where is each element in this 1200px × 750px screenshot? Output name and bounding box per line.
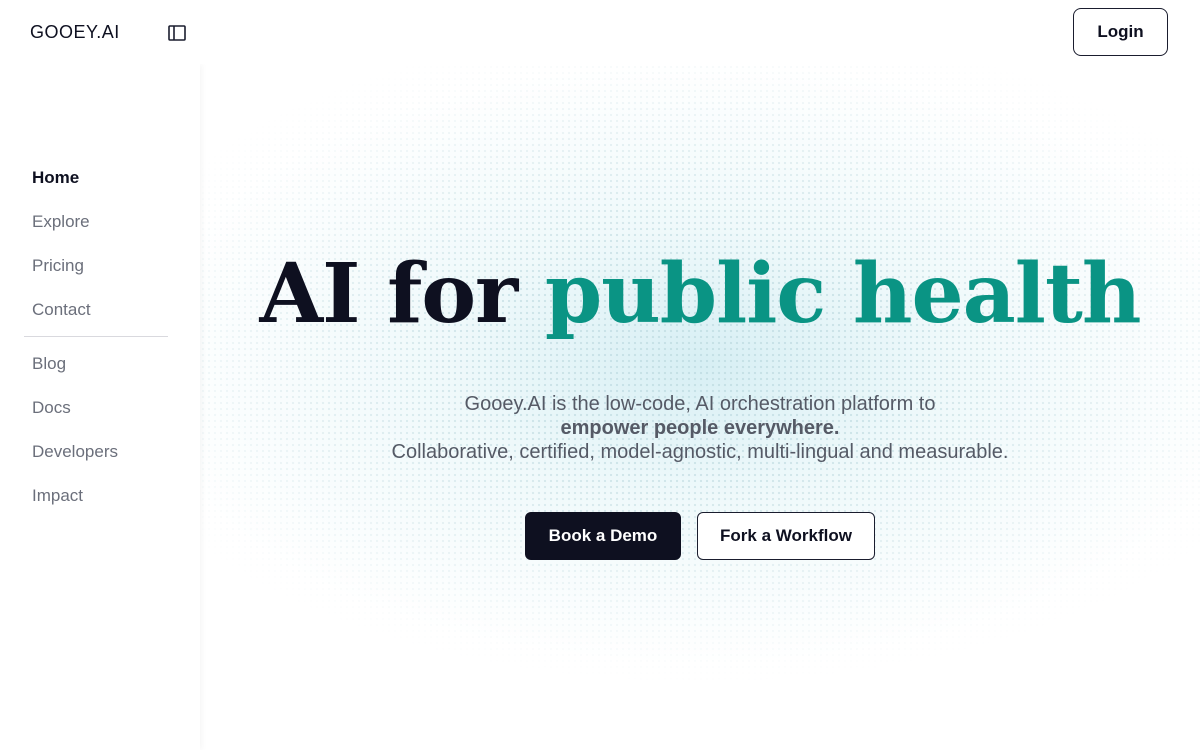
hero-headline: AI for public health <box>200 244 1200 344</box>
headline-accent: public health <box>544 246 1142 342</box>
sidebar-panel-icon[interactable] <box>166 22 188 44</box>
sidebar-item-docs[interactable]: Docs <box>32 398 71 418</box>
top-bar: GOOEY.AI Login <box>0 0 1200 64</box>
sidebar-item-contact[interactable]: Contact <box>32 300 91 320</box>
logo[interactable]: GOOEY.AI <box>30 22 120 43</box>
hero-subline-1: Gooey.AI is the low-code, AI orchestrati… <box>464 393 936 415</box>
headline-plain: AI for <box>259 246 519 342</box>
hero-section: AI for public health Gooey.AI is the low… <box>200 64 1200 750</box>
sidebar-item-pricing[interactable]: Pricing <box>32 256 84 276</box>
hero-subline-2: empower people everywhere. <box>560 417 840 439</box>
sidebar-item-impact[interactable]: Impact <box>32 486 83 506</box>
sidebar-item-blog[interactable]: Blog <box>32 354 66 374</box>
sidebar-divider <box>24 336 168 337</box>
sidebar-item-home[interactable]: Home <box>32 168 79 188</box>
login-button[interactable]: Login <box>1073 8 1168 56</box>
sidebar-item-explore[interactable]: Explore <box>32 212 90 232</box>
sidebar-panel-icon-svg <box>168 25 186 41</box>
book-demo-button[interactable]: Book a Demo <box>525 512 681 560</box>
sidebar-item-developers[interactable]: Developers <box>32 442 118 462</box>
hero-subline-3: Collaborative, certified, model-agnostic… <box>391 441 1009 463</box>
sidebar: Home Explore Pricing Contact Blog Docs D… <box>0 64 200 750</box>
fork-workflow-button[interactable]: Fork a Workflow <box>697 512 875 560</box>
